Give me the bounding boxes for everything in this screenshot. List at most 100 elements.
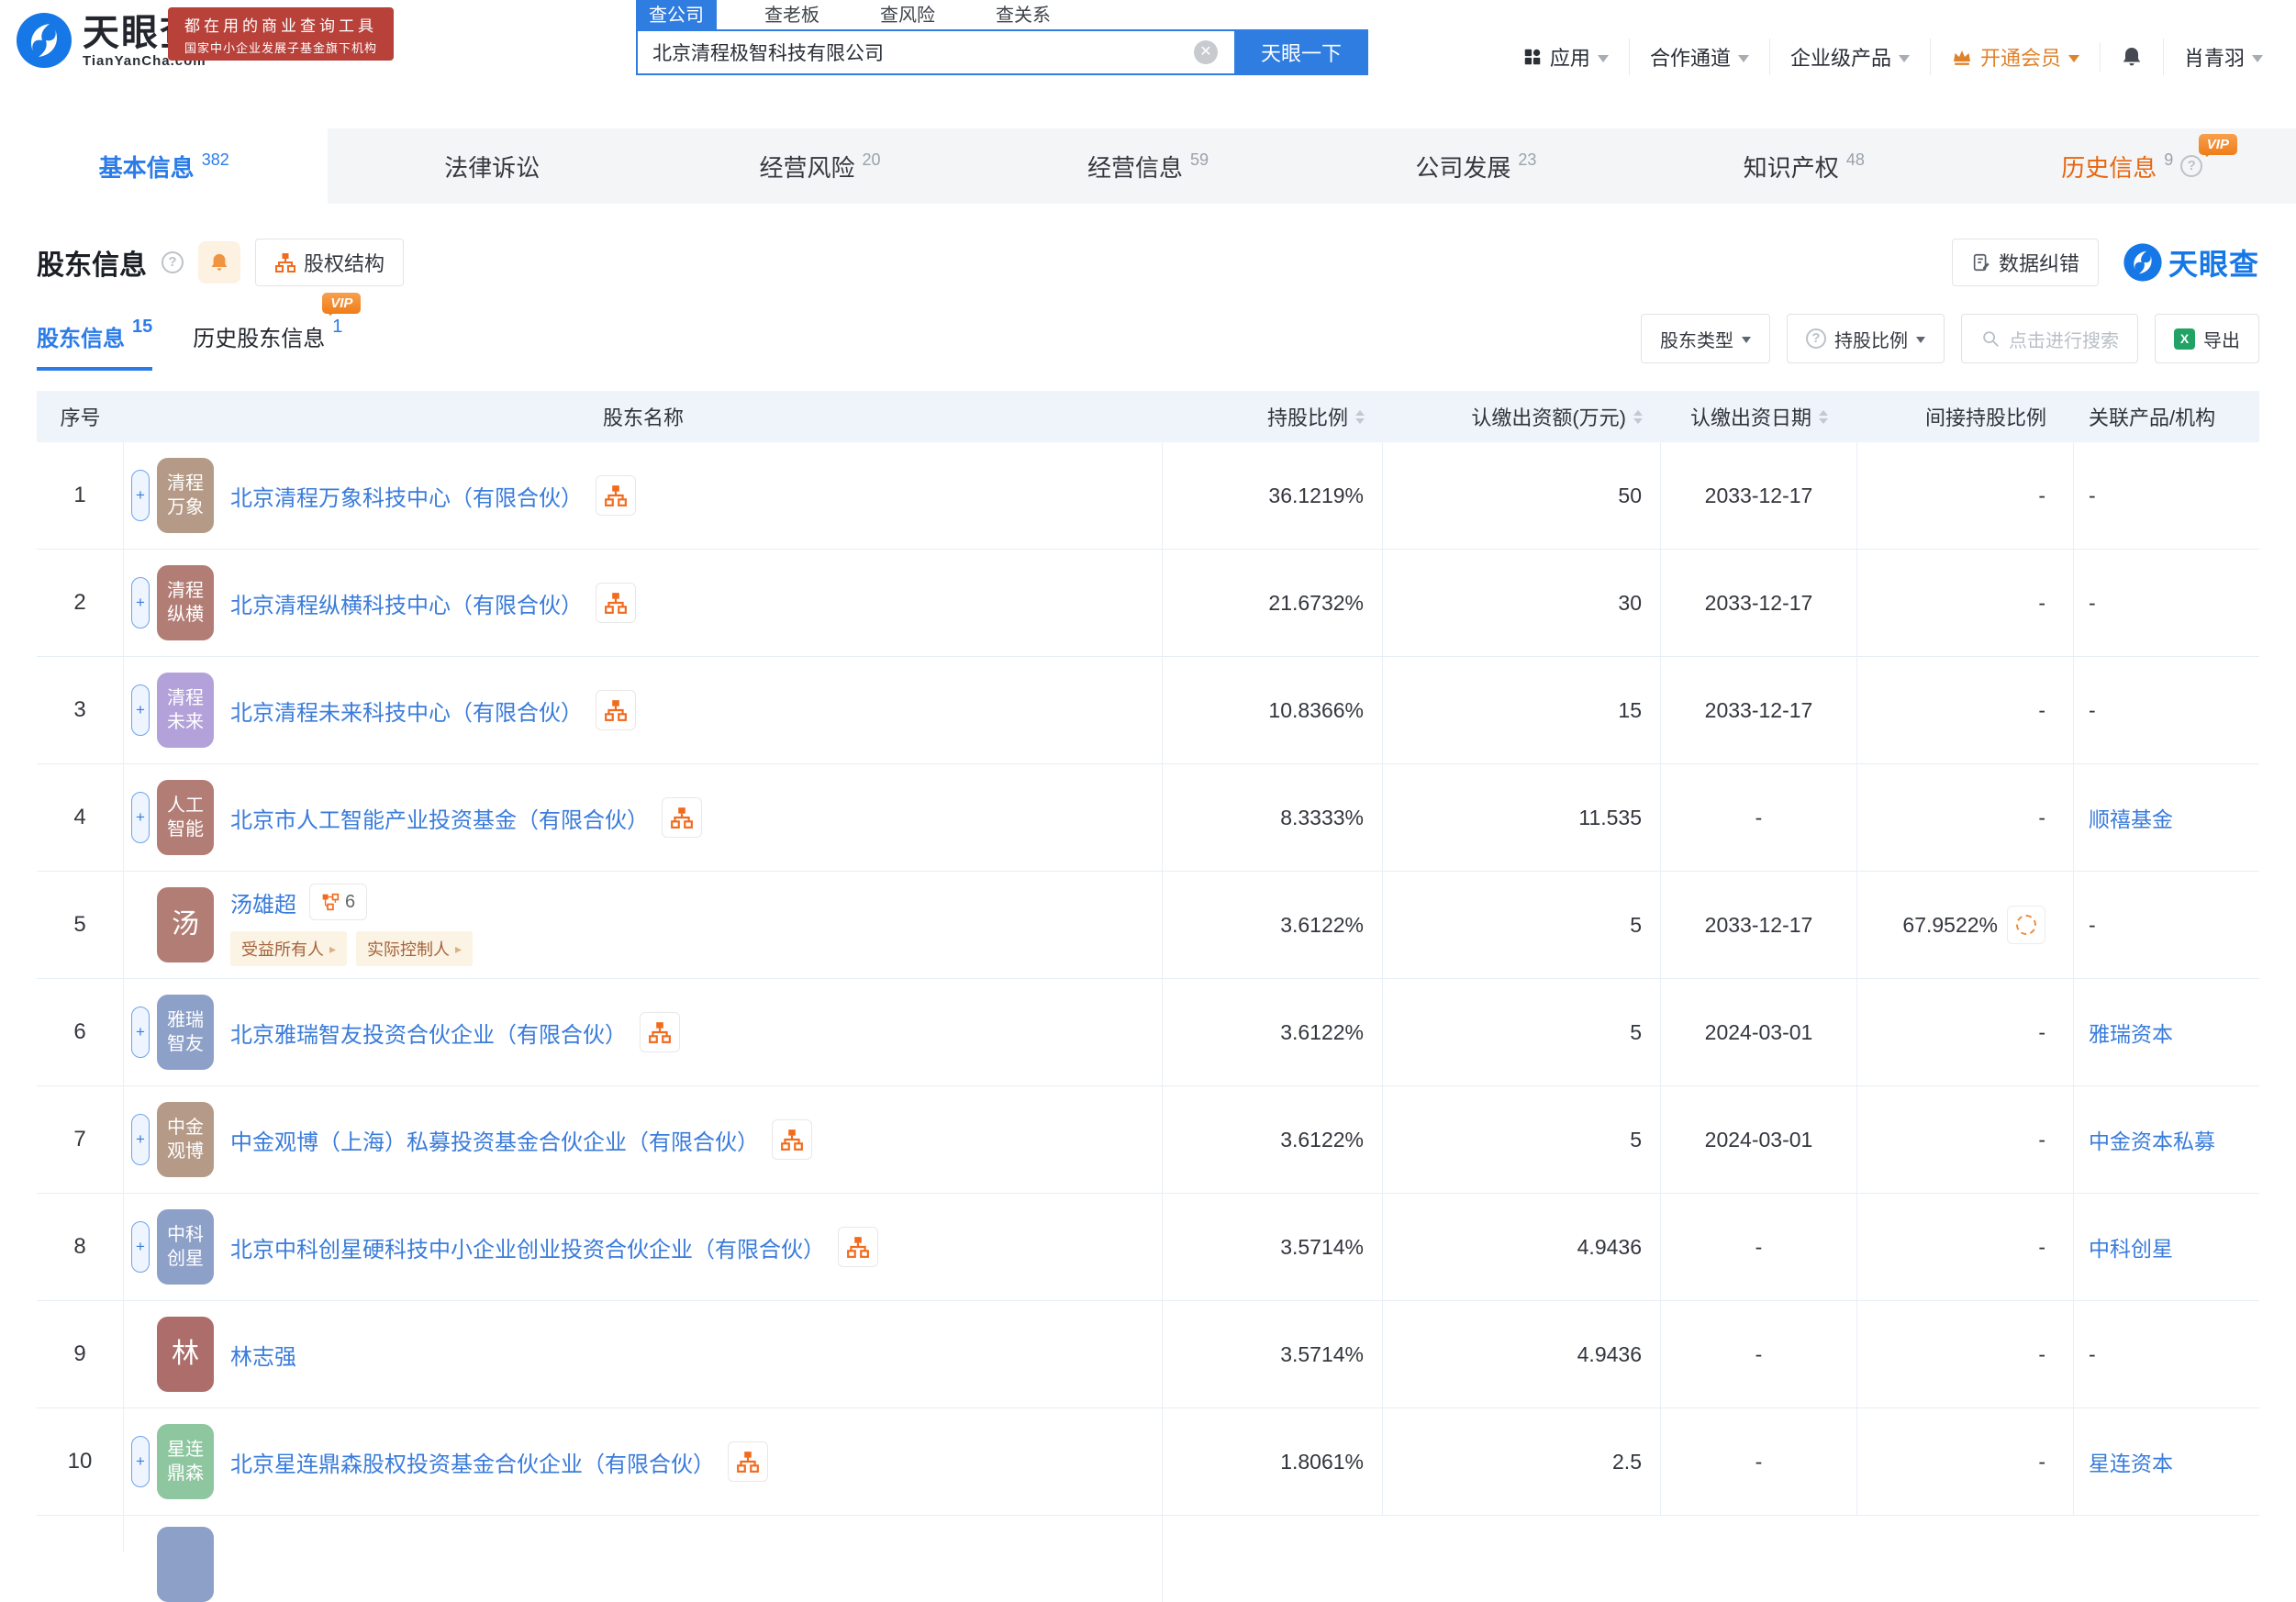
help-icon[interactable]: ? xyxy=(162,251,184,273)
indirect-icon[interactable] xyxy=(2007,906,2045,944)
clear-search-icon[interactable]: ✕ xyxy=(1194,40,1218,64)
shareholder-type-filter[interactable]: 股东类型 xyxy=(1641,314,1770,363)
shareholder-table: 序号 股东名称 持股比例 认缴出资额(万元) 认缴出资日期 间接持股比例 关联产品/机构 1… xyxy=(37,391,2259,1602)
nav-item-开通会员[interactable]: 开通会员 xyxy=(1929,39,2100,75)
nav-item-肖青羽[interactable]: 肖青羽 xyxy=(2162,39,2283,75)
product-cell: 星连资本 xyxy=(2074,1408,2259,1515)
date-cell: 2024-03-01 xyxy=(1661,1086,1857,1193)
sort-icon[interactable] xyxy=(1633,409,1643,424)
expand-button[interactable]: + xyxy=(131,684,150,736)
promo-banner[interactable]: 都在用的商业查询工具 国家中小企业发展子基金旗下机构 xyxy=(168,7,394,61)
shareholder-name-link[interactable]: 汤雄超 xyxy=(230,886,296,918)
expand-button[interactable]: + xyxy=(131,1221,150,1273)
expand-button[interactable]: + xyxy=(131,792,150,843)
chevron-right-icon: ▸ xyxy=(455,940,463,956)
shareholder-name-link[interactable]: 北京星连鼎森股权投资基金合伙企业（有限合伙） xyxy=(230,1446,715,1478)
nav-item-应用[interactable]: 应用 xyxy=(1502,39,1629,75)
shareholder-name-link[interactable]: 北京雅瑞智友投资合伙企业（有限合伙） xyxy=(230,1017,627,1049)
help-icon[interactable]: ? xyxy=(2180,155,2203,177)
role-tag[interactable]: 受益所有人 ▸ xyxy=(230,931,348,966)
org-chart-button[interactable] xyxy=(772,1119,812,1160)
shareholder-name-link[interactable]: 北京清程万象科技中心（有限合伙） xyxy=(230,480,583,512)
vip-badge: VIP xyxy=(2198,134,2237,157)
date-cell: - xyxy=(1661,764,1857,871)
date-cell: 2024-03-01 xyxy=(1661,979,1857,1085)
data-correction-button[interactable]: 数据纠错 xyxy=(1951,239,2099,286)
graph-badge[interactable]: 6 xyxy=(309,884,368,920)
product-cell: 顺禧基金 xyxy=(2074,764,2259,871)
indirect-value: - xyxy=(2038,1019,2045,1044)
role-tag[interactable]: 实际控制人 ▸ xyxy=(356,931,474,966)
indirect-value: 67.9522% xyxy=(1902,912,1998,937)
subtab-0[interactable]: 股东信息 15 xyxy=(37,317,153,371)
search-input[interactable] xyxy=(636,29,1234,75)
table-search-button[interactable]: 点击进行搜索 xyxy=(1961,314,2138,363)
main-tab-1[interactable]: 法律诉讼 xyxy=(328,128,655,204)
expand-button[interactable]: + xyxy=(131,1007,150,1058)
product-link[interactable]: 中金资本私募 xyxy=(2089,1124,2215,1155)
table-body: 1 + 清程 万象 北京清程万象科技中心（有限合伙） 36.1219% 50 2… xyxy=(37,442,2259,1602)
expand-button[interactable]: + xyxy=(131,470,150,521)
table-row: 4 + 人工 智能 北京市人工智能产业投资基金（有限合伙） 8.3333% 11… xyxy=(37,764,2259,872)
product-cell: 雅瑞资本 xyxy=(2074,979,2259,1085)
main-tab-0[interactable]: 基本信息 382 xyxy=(0,128,329,204)
product-link[interactable]: 顺禧基金 xyxy=(2089,802,2173,833)
row-seq: 4 xyxy=(37,764,124,871)
org-chart-button[interactable] xyxy=(596,690,636,730)
main-tab-3[interactable]: 经营信息 59 xyxy=(984,128,1311,204)
main-tab-6[interactable]: 历史信息 9? VIP xyxy=(1968,128,2296,204)
product-link[interactable]: 中科创星 xyxy=(2089,1231,2173,1263)
org-chart-button[interactable] xyxy=(596,583,636,623)
product-link[interactable]: 雅瑞资本 xyxy=(2089,1017,2173,1048)
nav-item-合作通道[interactable]: 合作通道 xyxy=(1628,39,1769,75)
org-chart-button[interactable] xyxy=(728,1441,768,1482)
shareholder-name-link[interactable]: 中金观博（上海）私募投资基金合伙企业（有限合伙） xyxy=(230,1124,759,1156)
search-button[interactable]: 天眼一下 xyxy=(1234,29,1368,75)
tianyancha-logo-icon xyxy=(15,11,73,70)
row-seq: 2 xyxy=(37,550,124,656)
column-header: 序号 xyxy=(37,402,124,431)
subtab-label: 股东信息 xyxy=(37,327,125,351)
shareholder-name-link[interactable]: 北京清程未来科技中心（有限合伙） xyxy=(230,695,583,727)
shareholder-name-link[interactable]: 北京中科创星硬科技中小企业创业投资合伙企业（有限合伙） xyxy=(230,1231,825,1263)
indirect-cell: 67.9522% xyxy=(1857,872,2074,978)
expand-button[interactable]: + xyxy=(131,577,150,629)
expand-button[interactable]: + xyxy=(131,1114,150,1165)
tianyancha-logo-icon-small xyxy=(2123,242,2163,283)
chevron-down-icon xyxy=(1737,54,1749,62)
subtab-count: 15 xyxy=(132,317,153,337)
org-chart-button[interactable] xyxy=(662,797,702,838)
search-tab-3[interactable]: 查关系 xyxy=(983,0,1064,29)
sort-icon[interactable] xyxy=(1819,409,1828,424)
subtab-1[interactable]: 历史股东信息 1 VIP xyxy=(193,293,362,371)
export-button[interactable]: X 导出 xyxy=(2155,314,2259,363)
nav-item-企业级产品[interactable]: 企业级产品 xyxy=(1768,39,1930,75)
org-chart-button[interactable] xyxy=(596,475,636,516)
column-label: 关联产品/机构 xyxy=(2089,406,2216,429)
search-tab-2[interactable]: 查风险 xyxy=(867,0,948,29)
shareholder-name-link[interactable]: 林志强 xyxy=(230,1339,296,1371)
main-tab-4[interactable]: 公司发展 23 xyxy=(1312,128,1640,204)
tab-count: 23 xyxy=(1518,150,1537,169)
ratio-cell: 1.8061% xyxy=(1163,1408,1383,1515)
equity-structure-button[interactable]: 股权结构 xyxy=(255,239,405,286)
shareholder-cell: + 雅瑞 智友 北京雅瑞智友投资合伙企业（有限合伙） xyxy=(124,979,1163,1085)
main-tab-2[interactable]: 经营风险 20 xyxy=(656,128,984,204)
shareholder-name-link[interactable]: 北京市人工智能产业投资基金（有限合伙） xyxy=(230,802,649,834)
search-tab-1[interactable]: 查老板 xyxy=(752,0,832,29)
sort-icon[interactable] xyxy=(1355,409,1365,424)
org-chart-button[interactable] xyxy=(640,1012,680,1052)
nav-item-bell[interactable] xyxy=(2099,42,2163,72)
shareholder-cell: + 汤 汤雄超 6 xyxy=(124,872,1163,978)
row-seq: 1 xyxy=(37,442,124,549)
expand-button[interactable]: + xyxy=(131,1436,150,1487)
search-tab-0[interactable]: 查公司 xyxy=(636,0,717,29)
watermark-text: 天眼查 xyxy=(2168,248,2259,281)
holding-ratio-filter[interactable]: ? 持股比例 xyxy=(1787,314,1945,363)
org-chart-button[interactable] xyxy=(838,1227,878,1267)
subscribe-bell-button[interactable] xyxy=(198,241,240,284)
product-link[interactable]: 星连资本 xyxy=(2089,1446,2173,1477)
shareholder-name-link[interactable]: 北京清程纵横科技中心（有限合伙） xyxy=(230,587,583,619)
chevron-down-icon xyxy=(1597,54,1609,62)
main-tab-5[interactable]: 知识产权 48 xyxy=(1640,128,1967,204)
